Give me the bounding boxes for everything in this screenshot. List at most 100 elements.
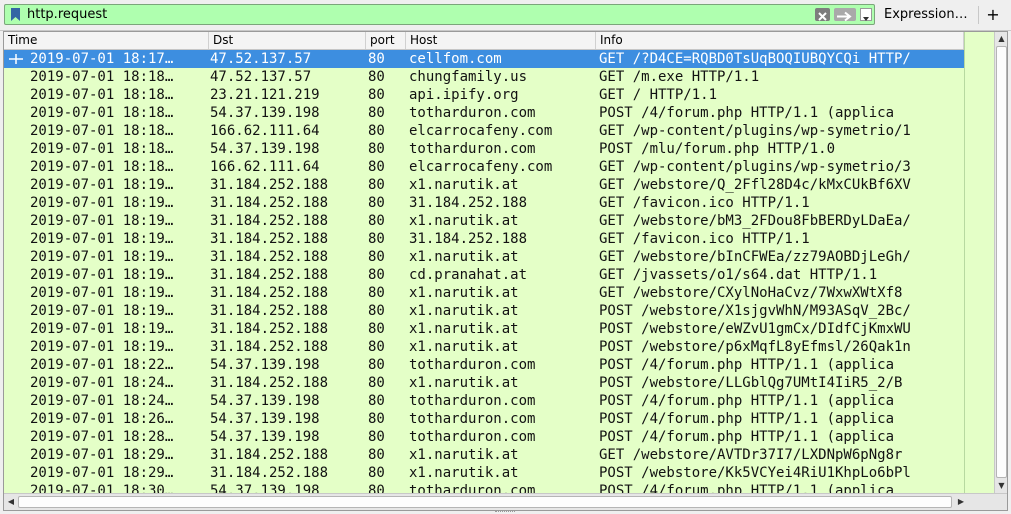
cell-time: 2019-07-01 18:19…: [30, 231, 174, 247]
cell-dst: 54.37.139.198: [210, 105, 320, 121]
column-header-time[interactable]: Time: [4, 32, 209, 49]
cell-info: POST /4/forum.php HTTP/1.1 (applica: [599, 411, 895, 427]
expression-button[interactable]: Expression…: [880, 5, 972, 25]
table-row[interactable]: 2019-07-01 18:19… 31.184.252.188 80 x1.naru…: [4, 302, 964, 320]
cell-port: 80: [368, 411, 385, 427]
table-row[interactable]: 2019-07-01 18:17… 47.52.137.57 80 cellfom.c…: [4, 50, 964, 68]
column-header-dst[interactable]: Dst: [209, 32, 366, 49]
table-row[interactable]: 2019-07-01 18:19… 31.184.252.188 80 x1.naru…: [4, 320, 964, 338]
cell-dst: 31.184.252.188: [210, 285, 329, 301]
table-row[interactable]: 2019-07-01 18:18… 54.37.139.198 80 tothardu…: [4, 104, 964, 122]
cell-port: 80: [368, 249, 385, 265]
cell-dst: 31.184.252.188: [210, 177, 329, 193]
cell-time: 2019-07-01 18:29…: [30, 447, 174, 463]
cell-port: 80: [368, 267, 385, 283]
bookmark-icon[interactable]: [11, 8, 20, 21]
cell-host: x1.narutik.at: [409, 339, 519, 355]
cell-time: 2019-07-01 18:19…: [30, 213, 174, 229]
cell-time: 2019-07-01 18:19…: [30, 249, 174, 265]
scroll-up-icon[interactable]: ▲: [995, 32, 1007, 45]
packet-list-right-gutter: [964, 32, 995, 493]
cell-time: 2019-07-01 18:19…: [30, 177, 174, 193]
table-row[interactable]: 2019-07-01 18:18… 166.62.111.64 80 elcarroc…: [4, 122, 964, 140]
table-row[interactable]: 2019-07-01 18:19… 31.184.252.188 80 x1.naru…: [4, 338, 964, 356]
scroll-left-icon[interactable]: ◀: [4, 494, 18, 510]
table-row[interactable]: 2019-07-01 18:29… 31.184.252.188 80 x1.naru…: [4, 446, 964, 464]
table-row[interactable]: 2019-07-01 18:19… 31.184.252.188 80 31.184.…: [4, 230, 964, 248]
cell-time: 2019-07-01 18:18…: [30, 141, 174, 157]
table-row[interactable]: 2019-07-01 18:28… 54.37.139.198 80 tothardu…: [4, 428, 964, 446]
cell-info: GET /webstore/CXylNoHaCvz/7WxwXWtXf8: [599, 285, 903, 301]
cell-host: x1.narutik.at: [409, 285, 519, 301]
cell-host: totharduron.com: [409, 105, 536, 121]
apply-icon[interactable]: [834, 8, 856, 22]
cell-info: POST /4/forum.php HTTP/1.1 (applica: [599, 357, 895, 373]
cell-dst: 166.62.111.64: [210, 159, 320, 175]
table-row[interactable]: 2019-07-01 18:19… 31.184.252.188 80 x1.naru…: [4, 212, 964, 230]
cell-port: 80: [368, 231, 385, 247]
cell-dst: 54.37.139.198: [210, 357, 320, 373]
horizontal-scrollbar-thumb[interactable]: [18, 496, 952, 508]
cell-port: 80: [368, 429, 385, 445]
table-row[interactable]: 2019-07-01 18:19… 31.184.252.188 80 cd.pran…: [4, 266, 964, 284]
cell-info: POST /mlu/forum.php HTTP/1.0: [599, 141, 836, 157]
chevron-down-icon[interactable]: [860, 8, 872, 21]
column-header-info[interactable]: Info: [596, 32, 964, 49]
cell-port: 80: [368, 483, 385, 493]
cell-host: x1.narutik.at: [409, 375, 519, 391]
cell-port: 80: [368, 321, 385, 337]
add-filter-button[interactable]: +: [982, 4, 1004, 26]
table-row[interactable]: 2019-07-01 18:30… 54.37.139.198 80 tothardu…: [4, 482, 964, 493]
table-row[interactable]: 2019-07-01 18:18… 47.52.137.57 80 chungfami…: [4, 68, 964, 86]
cell-host: 31.184.252.188: [409, 195, 528, 211]
cell-port: 80: [368, 195, 385, 211]
vertical-scrollbar-thumb[interactable]: [996, 46, 1007, 478]
column-header-port[interactable]: port: [366, 32, 406, 49]
cell-dst: 54.37.139.198: [210, 429, 320, 445]
cell-dst: 31.184.252.188: [210, 375, 329, 391]
table-row[interactable]: 2019-07-01 18:19… 31.184.252.188 80 x1.naru…: [4, 248, 964, 266]
table-row[interactable]: 2019-07-01 18:18… 166.62.111.64 80 elcarroc…: [4, 158, 964, 176]
vertical-scrollbar[interactable]: ▲ ▼: [994, 32, 1007, 493]
column-header-host[interactable]: Host: [406, 32, 596, 49]
cell-info: POST /webstore/X1sjgvWhN/M93ASqV_2Bc/: [599, 303, 911, 319]
table-row[interactable]: 2019-07-01 18:29… 31.184.252.188 80 x1.naru…: [4, 464, 964, 482]
cell-time: 2019-07-01 18:18…: [30, 123, 174, 139]
horizontal-scrollbar[interactable]: ◀ ▶: [4, 493, 1007, 510]
cell-info: POST /webstore/Kk5VCYei4RiU1KhpLo6bPl: [599, 465, 911, 481]
cell-time: 2019-07-01 18:19…: [30, 303, 174, 319]
scroll-right-icon[interactable]: ▶: [954, 494, 968, 510]
table-row[interactable]: 2019-07-01 18:24… 31.184.252.188 80 x1.naru…: [4, 374, 964, 392]
display-filter-input[interactable]: [27, 6, 807, 23]
cell-info: GET /webstore/AVTDr37I7/LXDNpW6pNg8r: [599, 447, 903, 463]
related-packet-icon: [9, 54, 23, 64]
toolbar-separator: [978, 6, 979, 24]
cell-host: x1.narutik.at: [409, 465, 519, 481]
cell-port: 80: [368, 141, 385, 157]
cell-info: POST /4/forum.php HTTP/1.1 (applica: [599, 429, 895, 445]
cell-time: 2019-07-01 18:18…: [30, 87, 174, 103]
table-row[interactable]: 2019-07-01 18:24… 54.37.139.198 80 tothardu…: [4, 392, 964, 410]
packet-list[interactable]: Time Dst port Host Info 2019-07-01 18:17…: [3, 31, 1008, 511]
cell-host: x1.narutik.at: [409, 213, 519, 229]
table-row[interactable]: 2019-07-01 18:18… 54.37.139.198 80 tothardu…: [4, 140, 964, 158]
cell-dst: 31.184.252.188: [210, 447, 329, 463]
display-filter-toolbar: Expression… +: [0, 0, 1011, 31]
cell-port: 80: [368, 87, 385, 103]
cell-time: 2019-07-01 18:18…: [30, 159, 174, 175]
table-row[interactable]: 2019-07-01 18:22… 54.37.139.198 80 tothardu…: [4, 356, 964, 374]
cell-host: elcarrocafeny.com: [409, 159, 553, 175]
cell-info: POST /webstore/p6xMqfL8yEfmsl/26Qak1n: [599, 339, 911, 355]
cell-host: api.ipify.org: [409, 87, 519, 103]
cell-time: 2019-07-01 18:28…: [30, 429, 174, 445]
table-row[interactable]: 2019-07-01 18:26… 54.37.139.198 80 tothardu…: [4, 410, 964, 428]
cell-port: 80: [368, 177, 385, 193]
table-row[interactable]: 2019-07-01 18:18… 23.21.121.219 80 api.ipif…: [4, 86, 964, 104]
scroll-down-icon[interactable]: ▼: [995, 479, 1007, 492]
table-row[interactable]: 2019-07-01 18:19… 31.184.252.188 80 x1.naru…: [4, 284, 964, 302]
clear-icon[interactable]: [815, 8, 830, 21]
table-row[interactable]: 2019-07-01 18:19… 31.184.252.188 80 x1.naru…: [4, 176, 964, 194]
table-row[interactable]: 2019-07-01 18:19… 31.184.252.188 80 31.184.…: [4, 194, 964, 212]
cell-host: 31.184.252.188: [409, 231, 528, 247]
display-filter-box[interactable]: [4, 4, 875, 25]
